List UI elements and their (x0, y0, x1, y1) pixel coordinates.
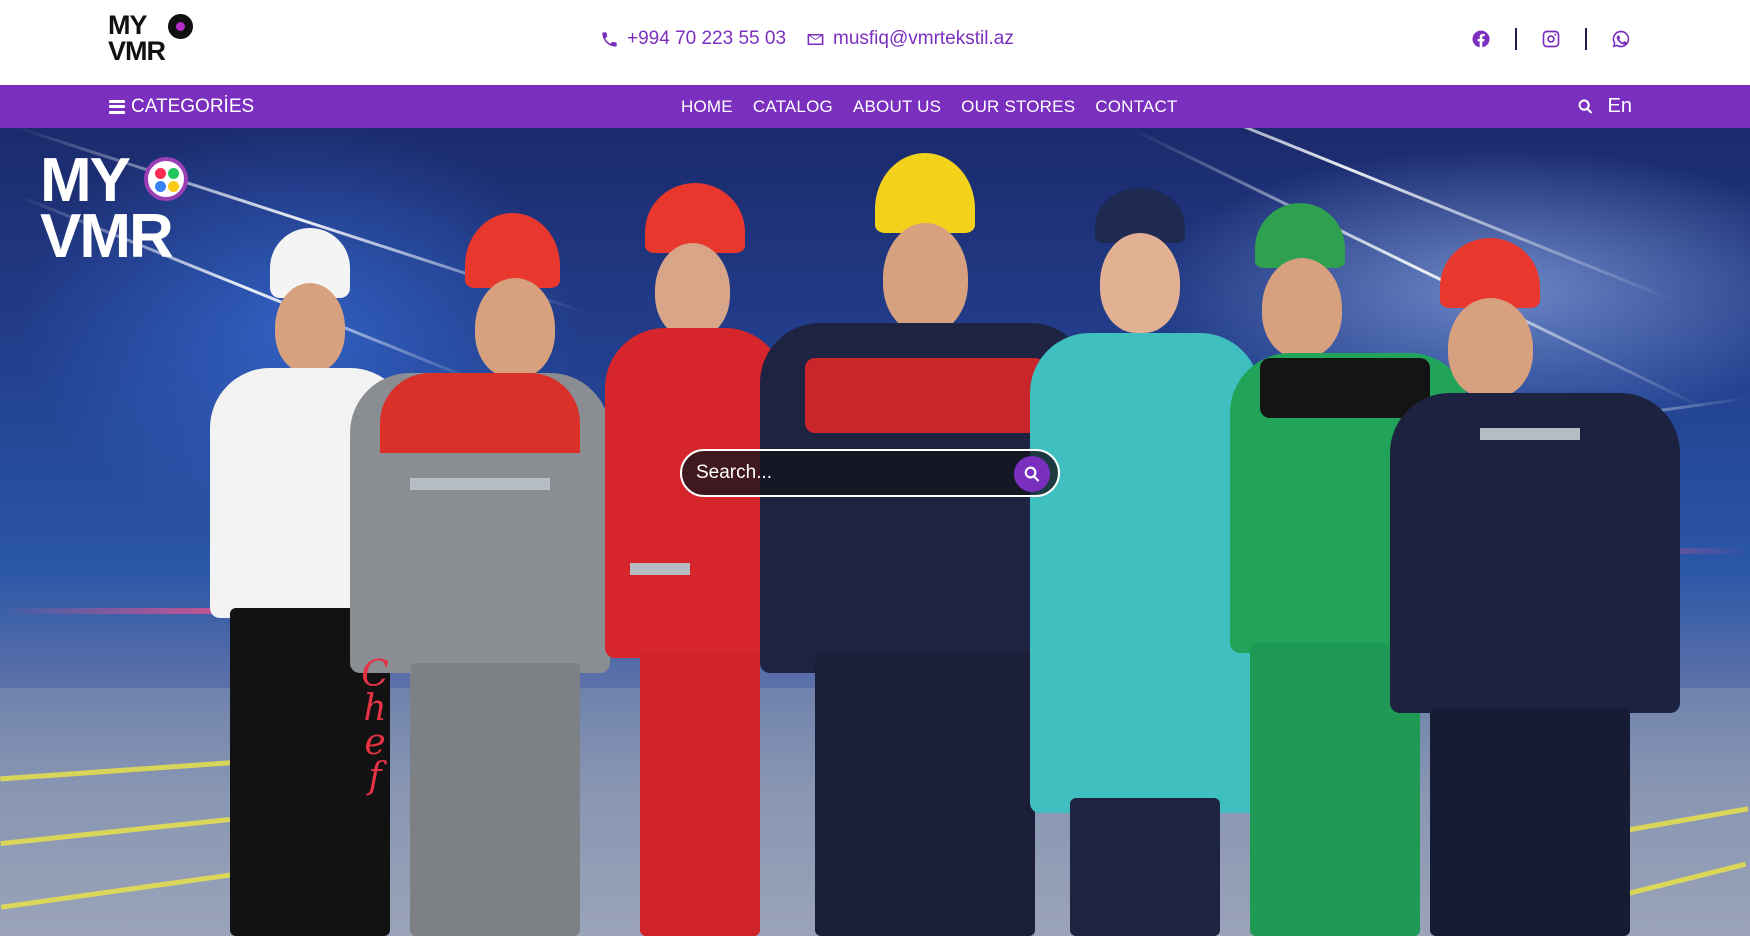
main-navbar: CATEGORİES HOME CATALOG ABOUT US OUR STO… (0, 85, 1750, 128)
nav-link-catalog[interactable]: CATALOG (753, 97, 833, 117)
contact-phone-link[interactable]: +994 70 223 55 03 (600, 24, 786, 54)
hero-search-bar (680, 449, 1060, 497)
social-links (1469, 24, 1633, 54)
hamburger-icon (109, 99, 125, 114)
brand-logo[interactable]: MY VMR (108, 12, 198, 68)
nav-link-about-us[interactable]: ABOUT US (853, 97, 941, 117)
whatsapp-link[interactable] (1609, 27, 1633, 51)
search-icon[interactable] (1577, 98, 1594, 115)
contact-email-link[interactable]: musfiq@vmrtekstil.az (806, 24, 1014, 54)
top-bar: MY VMR +994 70 223 55 03 musfiq@vmrtekst… (0, 0, 1750, 85)
language-selector[interactable]: En (1608, 95, 1632, 118)
apron-text: Chef (361, 654, 389, 797)
hero-logo-line-2: VMR (40, 202, 174, 271)
hero-logo: MY VMR (40, 150, 200, 271)
nav-link-contact[interactable]: CONTACT (1095, 97, 1177, 117)
hero-banner: MY VMR C h e f Search... (0, 128, 1750, 936)
facebook-link[interactable] (1469, 27, 1493, 51)
envelope-icon (807, 33, 824, 45)
phone-icon (602, 31, 617, 47)
categories-label: CATEGORİES (131, 95, 255, 117)
nav-right-tools: En (1577, 85, 1632, 128)
worker-navy-suit (1390, 238, 1680, 936)
search-icon (1024, 466, 1040, 482)
nav-link-home[interactable]: HOME (681, 97, 733, 117)
logo-line-2: VMR (108, 36, 166, 66)
instagram-icon (1542, 30, 1560, 48)
instagram-link[interactable] (1539, 27, 1563, 51)
categories-menu-button[interactable]: CATEGORİES (109, 85, 254, 128)
hero-search-input[interactable] (682, 462, 992, 484)
social-separator (1585, 28, 1587, 50)
worker-teal-coat (1030, 188, 1260, 936)
worker-grey-suit (350, 213, 610, 936)
phone-number: +994 70 223 55 03 (627, 28, 787, 49)
nav-link-our-stores[interactable]: OUR STORES (961, 97, 1075, 117)
hero-search-button[interactable] (1014, 456, 1050, 492)
logo-dot-icon (168, 14, 193, 39)
facebook-icon (1472, 30, 1490, 48)
email-address: musfiq@vmrtekstil.az (833, 28, 1014, 49)
logo-dots-icon (144, 157, 188, 201)
social-separator (1515, 28, 1517, 50)
nav-links: HOME CATALOG ABOUT US OUR STORES CONTACT (681, 85, 1178, 128)
whatsapp-icon (1612, 30, 1630, 48)
